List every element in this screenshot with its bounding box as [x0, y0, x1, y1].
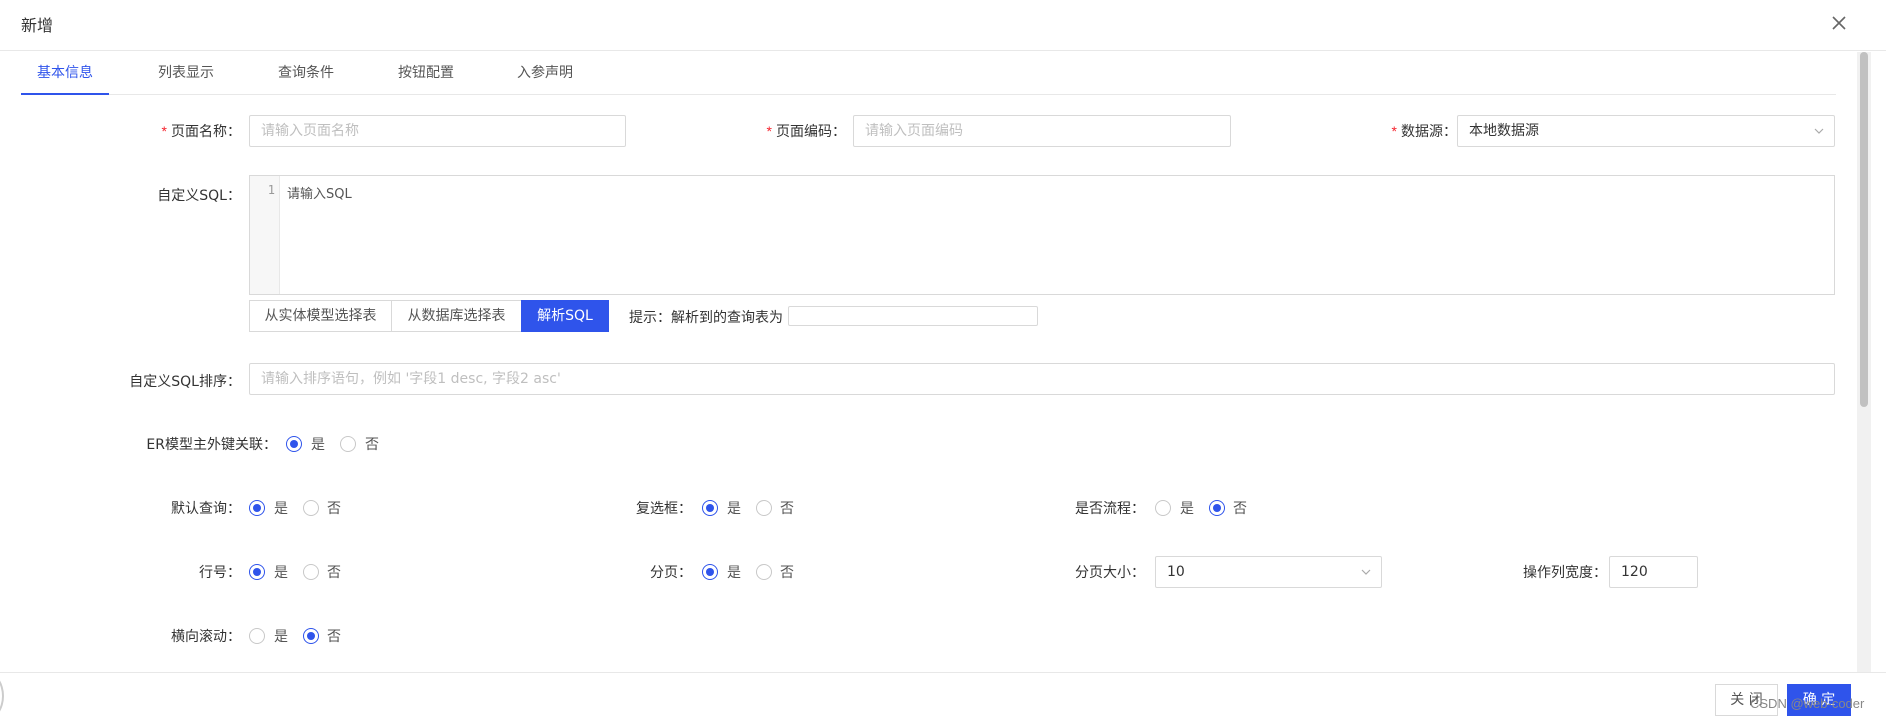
page-code-label: * 页面编码： [766, 123, 846, 140]
page-size-select[interactable]: 10 [1155, 556, 1382, 588]
tab-button-config[interactable]: 按钮配置 [382, 52, 470, 95]
pagination-yes-label[interactable]: 是 [727, 562, 741, 582]
select-from-entity-button[interactable]: 从实体模型选择表 [249, 300, 392, 332]
row-number-label: 行号： [199, 565, 241, 581]
row-number-yes-radio[interactable] [249, 564, 265, 580]
checkbox-label: 复选框： [636, 501, 692, 517]
row-number-no-radio[interactable] [303, 564, 319, 580]
tab-basic-info[interactable]: 基本信息 [21, 52, 109, 95]
tab-bar: 基本信息 列表显示 查询条件 按钮配置 入参声明 [21, 52, 1836, 95]
chevron-down-icon [1814, 128, 1824, 134]
pagination-no-label[interactable]: 否 [780, 562, 794, 582]
required-mark: * [766, 123, 772, 139]
scrollbar-thumb[interactable] [1860, 52, 1868, 407]
checkbox-no-label[interactable]: 否 [780, 498, 794, 518]
sql-order-label: 自定义SQL排序： [129, 374, 241, 390]
chevron-down-icon [1361, 569, 1371, 575]
page-code-input[interactable] [853, 115, 1231, 147]
tab-params[interactable]: 入参声明 [501, 52, 589, 95]
checkbox-yes-label[interactable]: 是 [727, 498, 741, 518]
action-col-width-input[interactable] [1609, 556, 1698, 588]
datasource-select[interactable]: 本地数据源 [1457, 115, 1835, 147]
page-name-input[interactable] [249, 115, 626, 147]
checkbox-no-radio[interactable] [756, 500, 772, 516]
datasource-value: 本地数据源 [1469, 123, 1539, 139]
hint-label: 提示：解析到的查询表为 [629, 310, 783, 326]
is-flow-no-label[interactable]: 否 [1233, 498, 1247, 518]
default-query-yes-radio[interactable] [249, 500, 265, 516]
default-query-label: 默认查询： [171, 501, 241, 517]
h-scroll-yes-radio[interactable] [249, 628, 265, 644]
watermark: CSDN @web-coder [1750, 696, 1865, 711]
parsed-tables-field[interactable] [788, 306, 1038, 326]
tab-list-display[interactable]: 列表显示 [142, 52, 230, 95]
required-mark: * [161, 123, 167, 139]
pagination-label: 分页： [650, 565, 692, 581]
sql-editor-placeholder: 请输入SQL [287, 187, 352, 202]
page-name-label: * 页面名称： [161, 123, 241, 140]
line-number-gutter: 1 [250, 176, 280, 294]
sql-editor[interactable]: 1 请输入SQL [249, 175, 1835, 295]
er-link-yes-label[interactable]: 是 [311, 434, 325, 454]
h-scroll-no-label[interactable]: 否 [327, 626, 341, 646]
is-flow-yes-label[interactable]: 是 [1180, 498, 1194, 518]
default-query-no-label[interactable]: 否 [327, 498, 341, 518]
custom-sql-label: 自定义SQL： [157, 188, 241, 204]
parse-sql-button[interactable]: 解析SQL [521, 300, 609, 332]
dialog-footer [0, 672, 1886, 720]
sql-order-input[interactable] [249, 363, 1835, 395]
pagination-yes-radio[interactable] [702, 564, 718, 580]
er-link-no-label[interactable]: 否 [365, 434, 379, 454]
h-scroll-no-radio[interactable] [303, 628, 319, 644]
er-link-label: ER模型主外键关联： [146, 437, 277, 453]
is-flow-no-radio[interactable] [1209, 500, 1225, 516]
required-mark: * [1391, 123, 1397, 139]
is-flow-label: 是否流程： [1075, 501, 1145, 517]
dialog-title: 新增 [21, 16, 54, 35]
row-number-no-label[interactable]: 否 [327, 562, 341, 582]
er-link-yes-radio[interactable] [286, 436, 302, 452]
er-link-no-radio[interactable] [340, 436, 356, 452]
page-size-label: 分页大小： [1075, 565, 1145, 581]
dialog-header [0, 0, 1886, 51]
h-scroll-yes-label[interactable]: 是 [274, 626, 288, 646]
default-query-no-radio[interactable] [303, 500, 319, 516]
datasource-label: * 数据源： [1391, 123, 1457, 140]
row-number-yes-label[interactable]: 是 [274, 562, 288, 582]
select-from-db-button[interactable]: 从数据库选择表 [391, 300, 522, 332]
action-col-width-label: 操作列宽度： [1523, 565, 1607, 581]
h-scroll-label: 横向滚动： [171, 629, 241, 645]
tab-query-conditions[interactable]: 查询条件 [262, 52, 350, 95]
pagination-no-radio[interactable] [756, 564, 772, 580]
close-icon[interactable] [1828, 12, 1850, 34]
is-flow-yes-radio[interactable] [1155, 500, 1171, 516]
checkbox-yes-radio[interactable] [702, 500, 718, 516]
page-size-value: 10 [1167, 564, 1185, 580]
default-query-yes-label[interactable]: 是 [274, 498, 288, 518]
